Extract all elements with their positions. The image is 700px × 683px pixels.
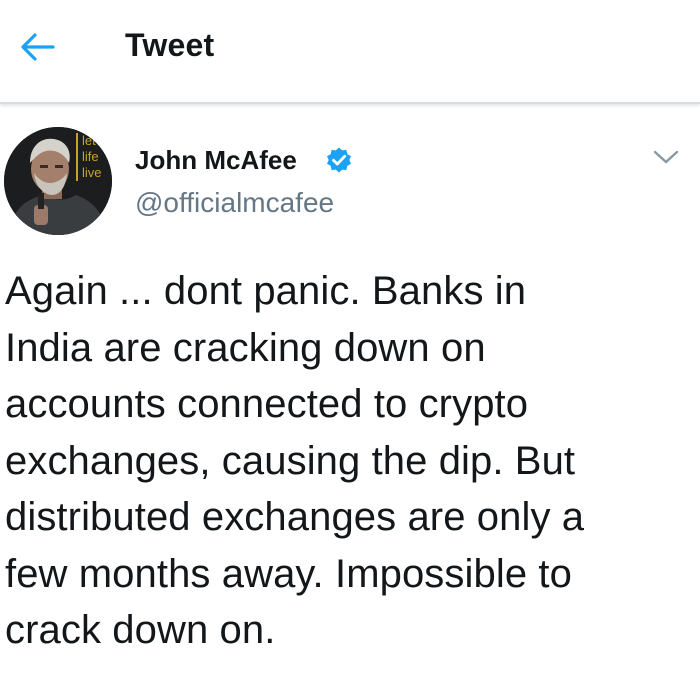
tweet-menu-button[interactable] bbox=[648, 142, 684, 172]
tweet-text: Again ... dont panic. Banks in India are… bbox=[5, 269, 585, 652]
arrow-left-icon bbox=[21, 33, 55, 61]
page-title: Tweet bbox=[125, 27, 215, 63]
verified-badge-icon bbox=[327, 147, 351, 173]
chevron-down-icon bbox=[653, 150, 679, 164]
author-name[interactable]: John McAfee bbox=[135, 145, 297, 176]
back-button[interactable] bbox=[16, 26, 58, 68]
top-app-bar: Tweet bbox=[0, 0, 700, 104]
avatar-caption: let life live bbox=[76, 133, 102, 181]
avatar[interactable]: let life live bbox=[4, 127, 112, 235]
author-handle[interactable]: @officialmcafee bbox=[135, 187, 334, 219]
